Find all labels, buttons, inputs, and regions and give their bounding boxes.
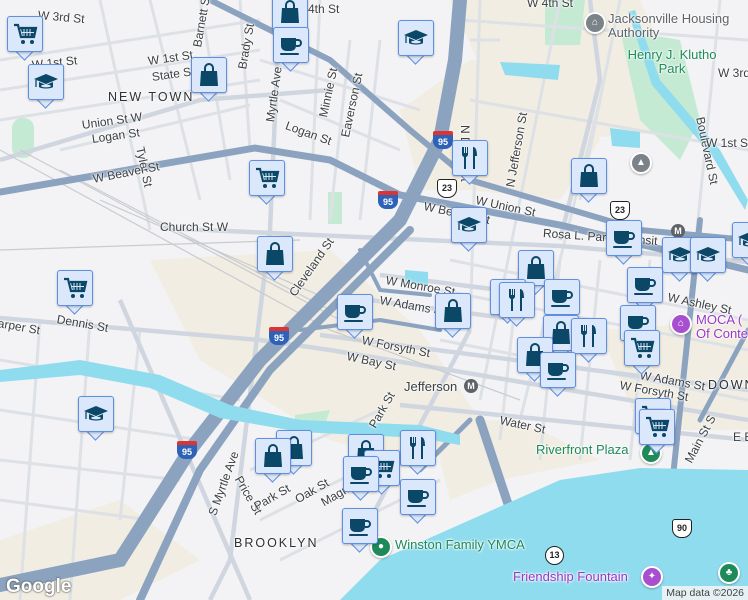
interstate-95-shield: 95 bbox=[378, 191, 398, 209]
transit-label-jefferson[interactable]: Jefferson bbox=[404, 379, 457, 394]
shopping-cart-marker[interactable] bbox=[639, 409, 675, 454]
street-label: Church St W bbox=[160, 220, 229, 234]
google-logo[interactable]: Google bbox=[6, 576, 71, 598]
metro-icon[interactable]: M bbox=[671, 224, 685, 238]
school-marker[interactable] bbox=[78, 396, 114, 441]
poi-label-moca-line1[interactable]: MOCA ( bbox=[696, 313, 742, 327]
coffee-marker[interactable] bbox=[337, 294, 373, 339]
us-90-shield: 90 bbox=[672, 519, 692, 538]
university-icon[interactable]: ▲ bbox=[630, 152, 652, 174]
street-label: 4th St bbox=[308, 2, 340, 16]
coffee-marker[interactable] bbox=[627, 267, 663, 312]
restaurant-marker[interactable] bbox=[571, 318, 607, 363]
coffee-marker[interactable] bbox=[544, 279, 580, 324]
coffee-marker[interactable] bbox=[342, 508, 378, 553]
restaurant-marker[interactable] bbox=[452, 140, 488, 185]
shopping-bag-marker[interactable] bbox=[255, 438, 291, 483]
shopping-bag-marker[interactable] bbox=[435, 293, 471, 338]
school-marker[interactable] bbox=[398, 20, 434, 65]
coffee-marker[interactable] bbox=[343, 456, 379, 501]
shopping-cart-marker[interactable] bbox=[624, 330, 660, 375]
coffee-marker[interactable] bbox=[400, 479, 436, 524]
metro-icon[interactable]: M bbox=[464, 379, 478, 393]
interstate-95-shield: 95 bbox=[269, 327, 289, 345]
state-road-13-shield: 13 bbox=[545, 546, 564, 565]
fountain-icon[interactable]: ✦ bbox=[641, 566, 663, 588]
poi-label-housing-authority[interactable]: Jacksonville Housing Authority bbox=[608, 12, 748, 40]
street-label: W 4th St bbox=[527, 0, 574, 10]
street-label: W 1st St bbox=[706, 136, 748, 150]
us-23-shield: 23 bbox=[610, 201, 630, 220]
poi-label-klutho-park[interactable]: Henry J. Klutho Park bbox=[622, 48, 722, 76]
coffee-marker[interactable] bbox=[273, 27, 309, 72]
street-label: W 3rd St bbox=[718, 66, 748, 80]
shopping-cart-marker[interactable] bbox=[249, 160, 285, 205]
restaurant-marker[interactable] bbox=[499, 282, 535, 327]
area-label-new-town: NEW TOWN bbox=[108, 90, 195, 104]
poi-label-riverfront-plaza[interactable]: Riverfront Plaza bbox=[536, 443, 628, 457]
school-marker[interactable] bbox=[690, 237, 726, 282]
government-building-icon[interactable]: ⌂ bbox=[584, 12, 606, 34]
interstate-95-shield: 95 bbox=[177, 441, 197, 459]
school-marker[interactable] bbox=[451, 207, 487, 252]
poi-label-ymca[interactable]: Winston Family YMCA bbox=[395, 538, 525, 552]
poi-label-moca-line2[interactable]: Of Conte bbox=[696, 327, 748, 341]
interstate-95-shield: 95 bbox=[433, 131, 453, 149]
school-marker[interactable] bbox=[28, 64, 64, 109]
shopping-cart-marker[interactable] bbox=[7, 16, 43, 61]
area-label-brooklyn: BROOKLYN bbox=[234, 536, 319, 550]
street-label: E B bbox=[733, 430, 748, 444]
coffee-marker[interactable] bbox=[540, 352, 576, 397]
shopping-bag-marker[interactable] bbox=[272, 0, 308, 39]
tree-icon[interactable]: ♣ bbox=[718, 562, 740, 584]
museum-icon[interactable]: ⌂ bbox=[670, 313, 692, 335]
map-attribution[interactable]: Map data ©2026 bbox=[662, 586, 748, 600]
school-marker[interactable] bbox=[732, 222, 748, 267]
coffee-marker[interactable] bbox=[606, 220, 642, 265]
us-23-shield: 23 bbox=[437, 179, 457, 198]
shopping-bag-marker[interactable] bbox=[571, 158, 607, 203]
restaurant-marker[interactable] bbox=[400, 430, 436, 475]
shopping-bag-marker[interactable] bbox=[257, 236, 293, 281]
area-label-downtown: DOWN bbox=[708, 378, 748, 392]
shopping-bag-marker[interactable] bbox=[191, 57, 227, 102]
poi-label-friendship-fountain[interactable]: Friendship Fountain bbox=[513, 570, 628, 584]
shopping-cart-marker[interactable] bbox=[57, 270, 93, 315]
